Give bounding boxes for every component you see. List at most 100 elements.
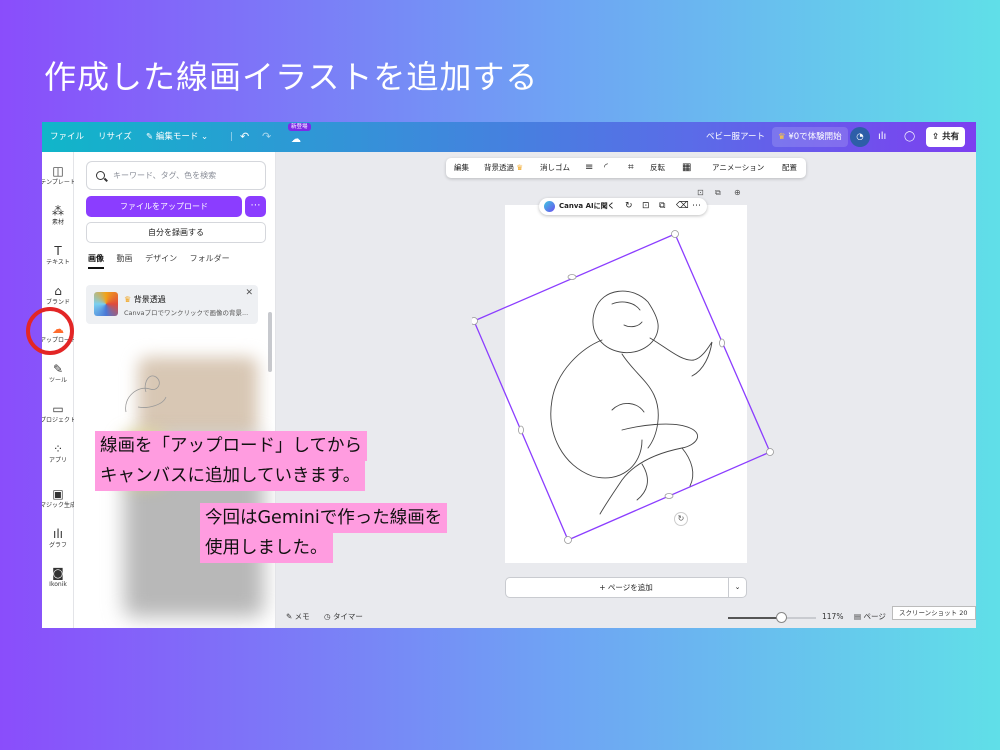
chart-icon: ılı — [52, 527, 63, 541]
tab-images[interactable]: 画像 — [88, 254, 104, 269]
search-icon — [96, 171, 105, 180]
callout-line-3: 今回はGeminiで作った線画を — [200, 503, 448, 533]
cloud-sync-icon[interactable]: ☁ — [291, 125, 301, 155]
zoom-value[interactable]: 117% — [822, 606, 843, 628]
canva-ai-bar: Canva AIに聞く ↻ ⊡ ⧉ ⌫ ⋯ — [539, 198, 707, 215]
comment-icon[interactable]: ◯ — [904, 122, 915, 152]
promo-thumbnail — [94, 292, 118, 316]
upload-file-button[interactable]: ファイルをアップロード — [86, 196, 242, 217]
bottom-bar: ✎ メモ ◷ タイマー 117% ▤ ページ — [276, 606, 976, 628]
rail-item-tools[interactable]: ✎ ツール — [42, 362, 74, 386]
chevron-down-icon[interactable]: ⌄ — [728, 578, 746, 597]
close-icon[interactable]: ✕ — [245, 288, 253, 298]
screenshot-thumbnail-tag: スクリーンショット 20 — [892, 606, 976, 620]
rail-item-brand[interactable]: ⌂ ブランド — [42, 284, 74, 308]
zoom-slider-handle[interactable] — [775, 612, 787, 623]
rotate-handle-icon[interactable]: ↻ — [674, 512, 688, 526]
pages-button[interactable]: ▤ ページ — [854, 606, 886, 628]
line-weight-icon[interactable]: ≡ — [585, 158, 593, 178]
rail-item-charts[interactable]: ılı グラフ — [42, 527, 74, 551]
bg-remove-label: 背景透過 — [484, 163, 514, 172]
draw-icon: ✎ — [52, 362, 64, 376]
ask-canva-ai-button[interactable]: Canva AIに聞く — [559, 198, 615, 215]
refresh-icon[interactable]: ↻ — [625, 198, 633, 215]
rail-item-text[interactable]: T テキスト — [42, 244, 74, 268]
timer-icon: ◷ — [324, 612, 333, 621]
edit-mode-label: 編集モード — [155, 132, 199, 142]
callout-line-4: 使用しました。 — [200, 533, 333, 563]
search-input[interactable]: キーワード、タグ、色を検索 — [86, 161, 266, 190]
template-icon: ◫ — [52, 164, 64, 178]
zoom-slider[interactable] — [728, 617, 816, 619]
crop-icon[interactable]: ⌗ — [628, 158, 634, 178]
position-button[interactable]: 配置 — [782, 158, 797, 178]
slide-title: 作成した線画イラストを追加する — [44, 58, 539, 96]
tab-folders[interactable]: フォルダー — [190, 254, 230, 263]
design-name[interactable]: ベビー服アート — [706, 122, 765, 152]
chevron-down-icon: ⌄ — [198, 132, 209, 142]
edit-button[interactable]: 編集 — [454, 158, 469, 178]
crown-icon: ♛ — [778, 132, 789, 142]
bg-remove-button[interactable]: 背景透過 ♛ — [484, 158, 523, 178]
resize-menu[interactable]: リサイズ — [98, 122, 132, 152]
promo-body: Canvaプロでワンクリックで画像の背景... — [124, 309, 249, 317]
duplicate-icon[interactable]: ⧉ — [659, 198, 665, 215]
insights-icon[interactable]: ılı — [878, 122, 886, 152]
promo-title: ♛ 背景透過 — [124, 295, 166, 304]
text-icon: T — [54, 244, 62, 258]
rail-item-ikonik[interactable]: ◙ Ikonik — [42, 566, 74, 590]
line-art-thumbnail[interactable] — [118, 367, 173, 422]
transparency-icon[interactable]: ▦ — [682, 158, 691, 178]
tab-videos[interactable]: 動画 — [117, 254, 133, 263]
more-options-button[interactable]: ⋯ — [245, 196, 266, 217]
pencil-icon: ✎ — [146, 132, 156, 142]
folder-icon: ▭ — [52, 402, 64, 416]
divider: | — [230, 132, 233, 142]
left-rail: ◫ テンプレート ⁂ 素材 T テキスト ⌂ ブランド ☁ アップロード ✎ ツ… — [42, 152, 76, 628]
flip-button[interactable]: 反転 — [650, 158, 665, 178]
notes-button[interactable]: ✎ メモ — [286, 606, 310, 628]
undo-icon[interactable]: ↶ — [240, 122, 249, 152]
selected-line-art-image[interactable] — [472, 230, 784, 546]
bg-remove-promo[interactable]: ♛ 背景透過 Canvaプロでワンクリックで画像の背景... ✕ — [86, 285, 258, 324]
avatar[interactable]: ◔ — [850, 127, 870, 147]
search-placeholder: キーワード、タグ、色を検索 — [113, 171, 217, 180]
apps-icon: ⁘ — [52, 442, 64, 456]
more-icon[interactable]: ⋯ — [692, 198, 701, 215]
add-page-button[interactable]: + ページを追加 ⌄ — [505, 577, 747, 598]
record-yourself-button[interactable]: 自分を録画する — [86, 222, 266, 243]
canva-screenshot: ファイル リサイズ ✎ 編集モード ⌄ | ↶ ↷ 新登場 ☁ ベビー服アート … — [42, 122, 976, 628]
rail-item-projects[interactable]: ▭ プロジェクト — [42, 402, 76, 426]
highlight-circle — [26, 307, 74, 355]
share-label: 共有 — [942, 132, 960, 142]
timer-button[interactable]: ◷ タイマー — [324, 606, 363, 628]
share-button[interactable]: ⇪ 共有 — [926, 127, 966, 147]
scrollbar[interactable] — [268, 312, 272, 372]
rail-item-magic[interactable]: ▣ マジック生成 — [42, 487, 76, 511]
eraser-button[interactable]: 消しゴム — [540, 158, 570, 178]
duplicate-page-icon[interactable]: ⧉ — [715, 188, 721, 198]
rail-item-templates[interactable]: ◫ テンプレート — [42, 164, 76, 188]
animate-button[interactable]: アニメーション — [712, 158, 764, 178]
edit-mode-menu[interactable]: ✎ 編集モード ⌄ — [146, 122, 208, 152]
crown-icon: ♛ — [124, 295, 134, 304]
lock-icon[interactable]: ⊡ — [697, 188, 704, 197]
trash-icon[interactable]: ⌫ — [676, 198, 689, 215]
add-page-icon[interactable]: ⊕ — [734, 188, 741, 197]
add-page-label: + ページを追加 — [599, 583, 653, 592]
timer-label: タイマー — [332, 612, 363, 621]
tab-designs[interactable]: デザイン — [145, 254, 177, 263]
file-menu[interactable]: ファイル — [50, 122, 84, 152]
rail-item-elements[interactable]: ⁂ 素材 — [42, 204, 74, 228]
callout-line-2: キャンバスに追加していきます。 — [95, 461, 366, 491]
redo-icon[interactable]: ↷ — [262, 122, 271, 152]
corner-rounding-icon[interactable]: ◜ — [604, 158, 608, 178]
crown-icon: ♛ — [514, 163, 524, 172]
notes-label: メモ — [294, 612, 310, 621]
share-icon: ⇪ — [932, 132, 943, 142]
trial-button[interactable]: ♛ ¥0で体験開始 — [772, 127, 848, 147]
lock-icon[interactable]: ⊡ — [642, 198, 650, 215]
magic-icon: ▣ — [52, 487, 64, 501]
rail-item-apps[interactable]: ⁘ アプリ — [42, 442, 74, 466]
context-toolbar: 編集 背景透過 ♛ 消しゴム ≡ ◜ ⌗ 反転 ▦ アニメーション 配置 — [446, 158, 806, 178]
